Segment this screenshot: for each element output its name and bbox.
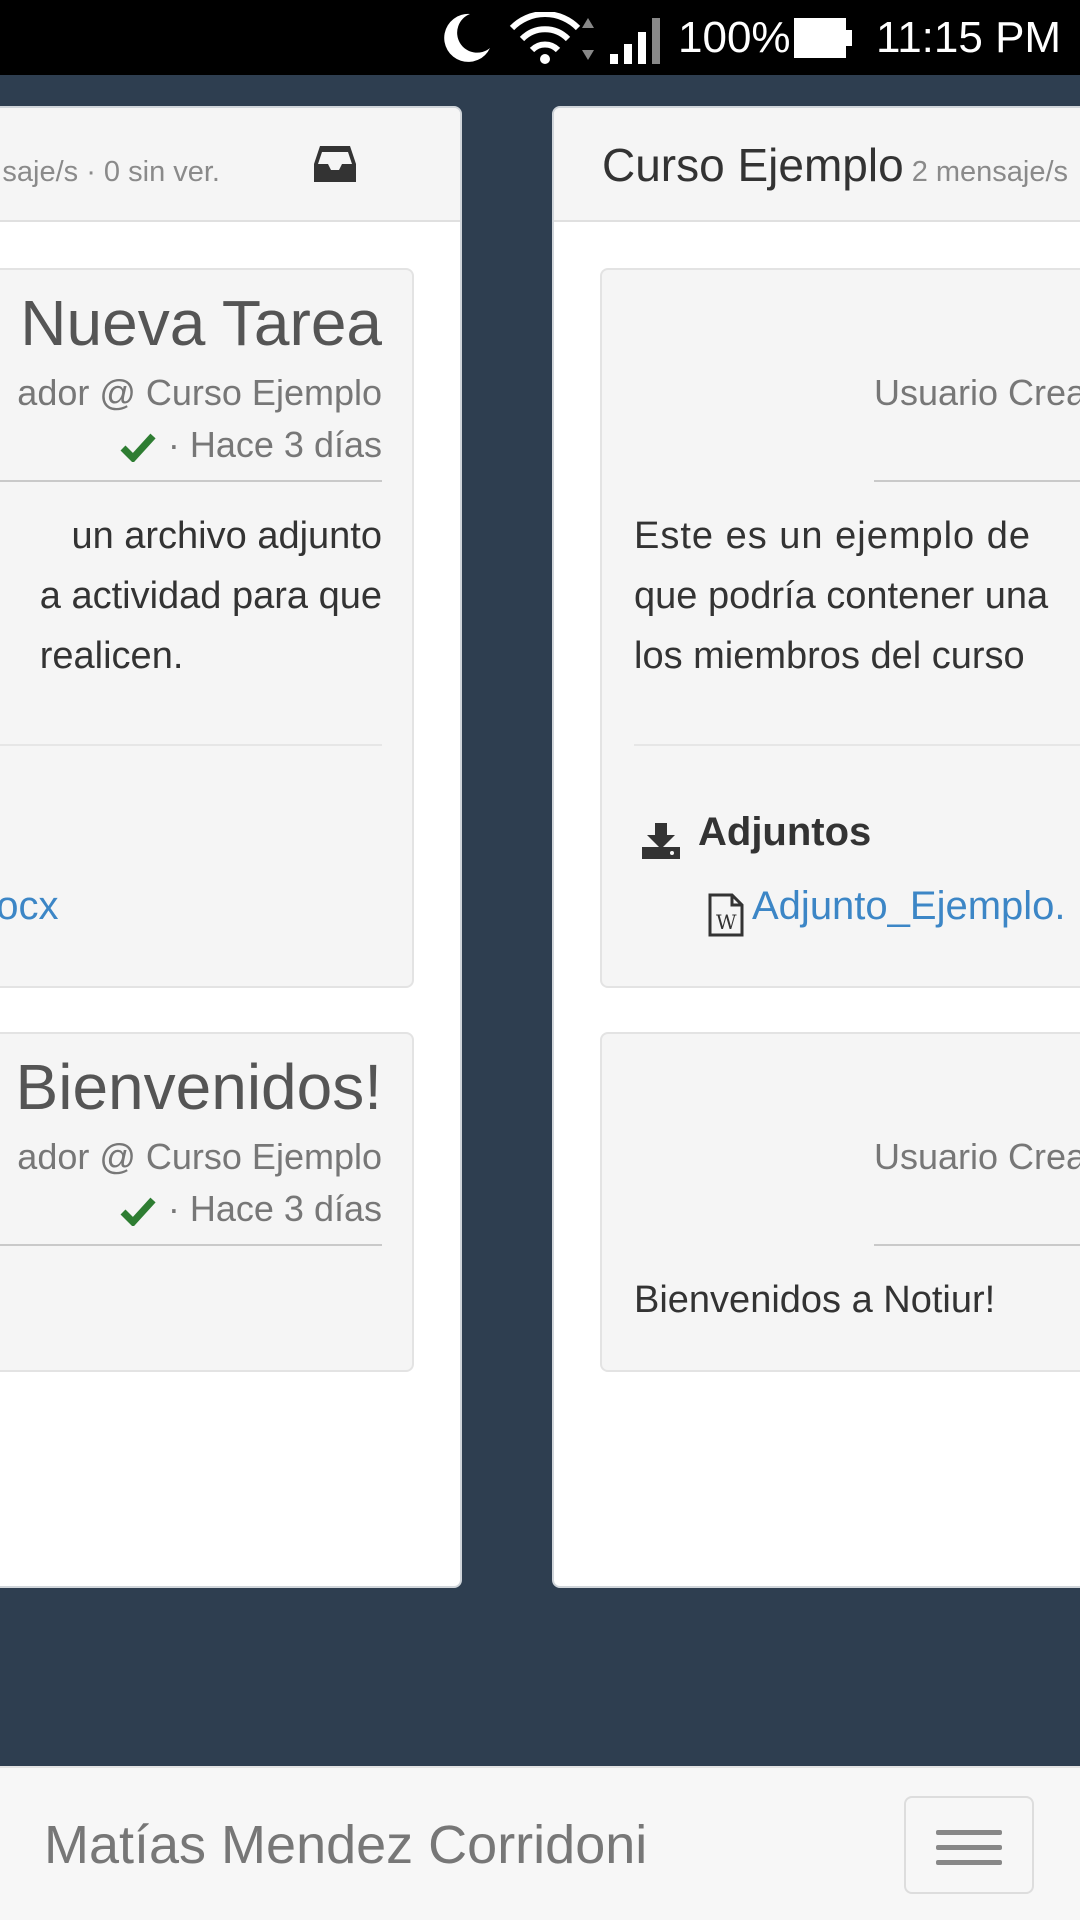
battery-icon: [794, 18, 852, 58]
message-sender: ador @ Curso Ejemplo: [17, 1136, 382, 1177]
hamburger-menu-button[interactable]: [904, 1796, 1034, 1894]
status-bar: 100% 11:15 PM: [0, 0, 1080, 75]
inbox-icon[interactable]: [312, 142, 358, 186]
attachment-link[interactable]: docx: [0, 884, 59, 929]
check-icon: [120, 1198, 156, 1228]
message-card[interactable]: Bienvenidos! ador @ Curso Ejemplo · Hace…: [0, 1032, 414, 1372]
divider: [0, 744, 382, 746]
divider: [0, 1244, 382, 1246]
column-header: Curso Ejemplo 2 mensaje/s: [554, 108, 1080, 222]
word-file-icon: W: [708, 893, 744, 937]
hamburger-menu-icon: [936, 1830, 1002, 1835]
user-name[interactable]: Matías Mendez Corridoni: [44, 1814, 647, 1876]
message-title: Bienvenidos!: [15, 1051, 382, 1123]
message-sender: ador @ Curso Ejemplo: [17, 372, 382, 413]
download-icon: [642, 822, 680, 859]
course-title: Curso Ejemplo 2 mensaje/s: [602, 139, 1069, 191]
divider: [634, 744, 1080, 746]
message-author: Usuario Crea: [874, 1136, 1080, 1177]
message-author: Usuario Crea: [874, 372, 1080, 413]
svg-text:W: W: [716, 910, 737, 934]
bottom-navbar: Matías Mendez Corridoni: [0, 1766, 1080, 1920]
attachment-link[interactable]: Adjunto_Ejemplo.: [752, 884, 1066, 928]
message-body: Este es un ejemplo de que podría contene…: [634, 515, 1049, 677]
message-body: Bienvenidos a Notiur!: [634, 1279, 996, 1321]
message-column-right: Curso Ejemplo 2 mensaje/s Usuario Crea Es…: [552, 106, 1080, 1588]
check-icon: [120, 434, 156, 464]
message-card[interactable]: Nueva Tarea ador @ Curso Ejemplo · Hace …: [0, 268, 414, 988]
moon-icon: [444, 13, 490, 62]
signal-icon: [610, 18, 660, 64]
divider: [874, 1244, 1080, 1246]
message-time: · Hace 3 días: [167, 424, 382, 465]
column-header: saje/s · 0 sin ver.: [0, 108, 460, 222]
message-card[interactable]: Usuario Crea Este es un ejemplo de que p…: [600, 268, 1080, 988]
message-card[interactable]: Usuario Crea Bienvenidos a Notiur!: [600, 1032, 1080, 1372]
status-time: 11:15 PM: [876, 13, 1062, 62]
message-time: · Hace 3 días: [167, 1188, 382, 1229]
message-title: Nueva Tarea: [20, 287, 382, 359]
wifi-icon: [509, 12, 594, 64]
divider: [874, 480, 1080, 482]
message-body: un archivo adjunto a actividad para que …: [39, 515, 382, 677]
attachment-row[interactable]: W Adjunto_Ejemplo.: [708, 884, 1066, 937]
attachments-header: Adjuntos: [640, 810, 871, 861]
message-column-left: saje/s · 0 sin ver. Nueva Tarea ador @ C…: [0, 106, 462, 1588]
attachments-title: Adjuntos: [698, 810, 872, 854]
course-meta: 2 mensaje/s: [911, 156, 1069, 188]
column-meta: saje/s · 0 sin ver.: [2, 156, 220, 188]
battery-percent: 100%: [678, 13, 791, 62]
divider: [0, 480, 382, 482]
message-status: · Hace 3 días: [120, 1188, 382, 1230]
message-status: · Hace 3 días: [120, 424, 382, 466]
